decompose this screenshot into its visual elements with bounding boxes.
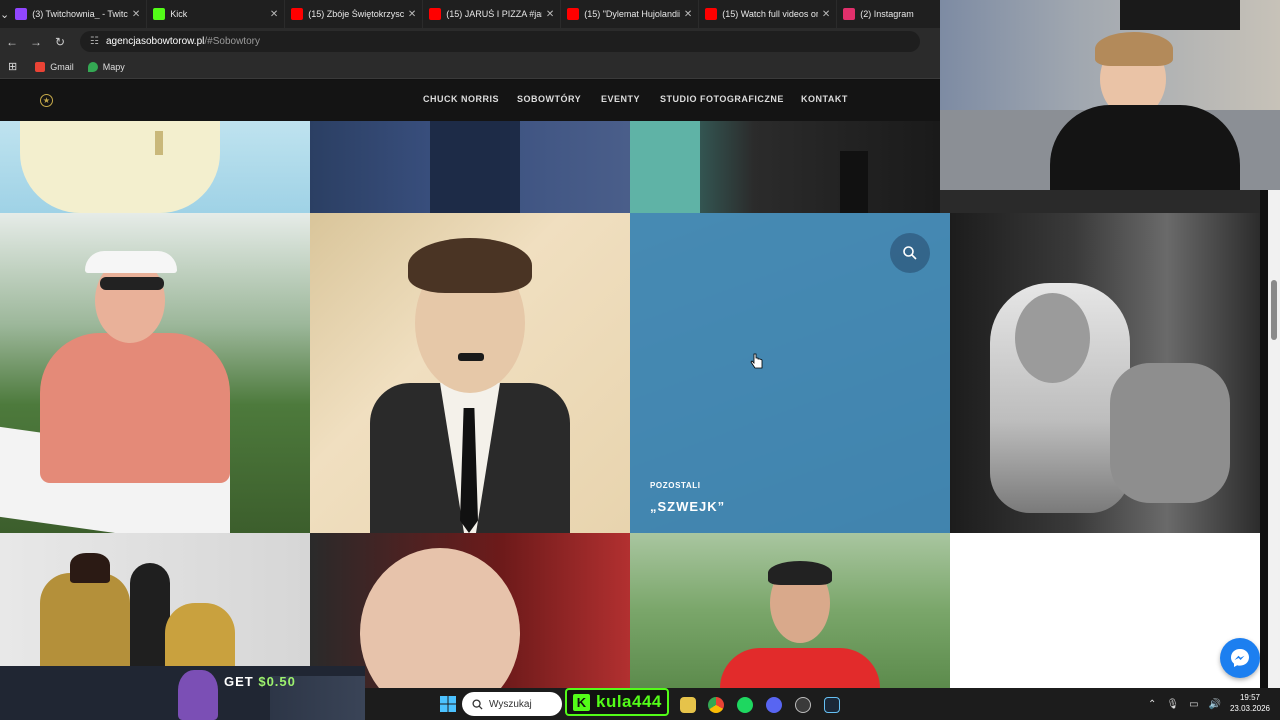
display-icon[interactable]: ▭ [1189, 699, 1198, 710]
gallery-tile-suit[interactable] [310, 121, 630, 213]
close-tab-icon[interactable]: ✕ [132, 9, 140, 20]
gallery-tile-man-white-hat[interactable] [0, 213, 310, 533]
stream-promo-banner: GET $0.50 [0, 666, 365, 720]
gallery-tile-boots[interactable] [630, 121, 940, 213]
site-logo-icon[interactable]: ★ [40, 94, 53, 107]
close-tab-icon[interactable]: ✕ [684, 9, 692, 20]
gallery-tile-pope[interactable] [0, 121, 310, 213]
browser-tab[interactable]: (3) Twitchownia_ - Twitch ✕ [9, 0, 148, 28]
bookmarks-bar: ⊞ Gmail Mapy [0, 55, 940, 79]
messenger-icon [1231, 649, 1249, 667]
zoom-button[interactable] [890, 233, 930, 273]
youtube-icon [705, 8, 718, 20]
taskbar-search[interactable]: Wyszukaj [462, 692, 562, 716]
steam-icon[interactable] [824, 697, 840, 713]
instagram-icon [843, 8, 856, 20]
system-tray: ⌃ 🎙 ▭ 🔊 [1148, 688, 1231, 720]
taskbar-clock[interactable]: 19:57 23.03.2026 [1226, 692, 1274, 714]
page-scrollbar[interactable] [1268, 190, 1280, 688]
obs-icon[interactable] [795, 697, 811, 713]
bookmark-gmail[interactable]: Gmail [35, 61, 74, 72]
browser-tab[interactable]: (15) JARUŚ I PIZZA #jaruś ✕ [423, 0, 562, 28]
gallery-tile-footballer[interactable] [630, 533, 950, 688]
microphone-icon[interactable]: 🎙 [1166, 699, 1179, 710]
clock-date: 23.03.2026 [1229, 704, 1271, 713]
close-tab-icon[interactable]: ✕ [546, 9, 554, 20]
scrollbar-thumb[interactable] [1271, 280, 1277, 340]
site-info-icon[interactable]: ☷ [90, 36, 99, 47]
url-domain: agencjasobowtorow.pl [105, 36, 205, 47]
reload-button[interactable]: ↻ [48, 35, 72, 49]
close-tab-icon[interactable]: ✕ [822, 9, 830, 20]
lookalike-gallery: POZOSTALI „SZWEJK” [0, 121, 1260, 688]
tab-title: (3) Twitchownia_ - Twitch [32, 9, 128, 19]
kick-logo-icon: K [573, 693, 590, 711]
windows-start-icon[interactable] [440, 696, 456, 712]
promo-mascot [178, 670, 218, 720]
gallery-tile-gandalf[interactable] [950, 213, 1260, 533]
kick-username: kula444 [596, 692, 662, 711]
browser-tab[interactable]: (15) Zbóje Świętokrzyscy ✕ [285, 0, 424, 28]
clock-time: 19:57 [1239, 693, 1261, 702]
hand-cursor-icon [750, 353, 764, 376]
browser-tab-strip: ⌄ (3) Twitchownia_ - Twitch ✕ Kick ✕ (15) Zb… [0, 0, 976, 28]
browser-tab[interactable]: Kick ✕ [147, 0, 286, 28]
spotify-icon[interactable] [737, 697, 753, 713]
site-navigation: ★ CHUCK NORRIS SOBOWTÓRY EVENTY STUDIO F… [0, 80, 940, 121]
promo-text: GET $0.50 [224, 674, 296, 689]
bookmark-mapy[interactable]: Mapy [87, 61, 125, 72]
url-field[interactable]: ☷ agencjasobowtorow.pl/#Sobowtory [80, 31, 920, 52]
forward-button[interactable]: → [24, 35, 48, 49]
gallery-item-overlay[interactable]: POZOSTALI „SZWEJK” [630, 213, 950, 533]
browser-tab[interactable]: (15) "Dylemat Hujolandii" ✕ [561, 0, 700, 28]
youtube-icon [429, 8, 442, 20]
tab-title: Kick [170, 9, 188, 19]
kick-username-badge: K kula444 [565, 688, 669, 716]
gallery-tile-bald-man[interactable] [310, 533, 630, 688]
address-bar-row: ← → ↻ ☷ agencjasobowtorow.pl/#Sobowtory [0, 28, 940, 55]
apps-grid-icon[interactable]: ⊞ [8, 60, 17, 73]
tab-search-button[interactable]: ⌄ [0, 0, 9, 28]
volume-icon[interactable]: 🔊 [1209, 699, 1221, 710]
youtube-icon [567, 8, 580, 20]
twitch-icon [15, 8, 28, 20]
discord-icon[interactable] [766, 697, 782, 713]
gallery-tile-costume-couple[interactable] [0, 533, 310, 688]
gmail-icon [35, 61, 46, 72]
close-tab-icon[interactable]: ✕ [270, 9, 278, 20]
search-icon [472, 698, 483, 710]
close-tab-icon[interactable]: ✕ [408, 9, 416, 20]
file-explorer-icon[interactable] [680, 697, 696, 713]
url-hash: /#Sobowtory [204, 36, 260, 47]
messenger-chat-button[interactable] [1220, 638, 1260, 678]
nav-eventy[interactable]: EVENTY [601, 94, 640, 104]
bookmark-label: Mapy [102, 61, 125, 72]
chevron-up-icon[interactable]: ⌃ [1148, 699, 1156, 710]
chrome-icon[interactable] [708, 697, 724, 713]
search-placeholder: Wyszukaj [489, 698, 532, 710]
back-button[interactable]: ← [0, 35, 24, 49]
nav-chuck-norris[interactable]: CHUCK NORRIS [423, 94, 499, 104]
youtube-icon [291, 8, 304, 20]
maps-pin-icon [87, 61, 98, 72]
tab-title: (15) JARUŚ I PIZZA #jaruś [446, 9, 542, 19]
tab-title: (15) Zbóje Świętokrzyscy [308, 9, 404, 19]
item-category: POZOSTALI [650, 481, 701, 490]
nav-kontakt[interactable]: KONTAKT [801, 94, 848, 104]
tab-title: (15) Watch full videos on [722, 9, 818, 19]
tab-title: (15) "Dylemat Hujolandii" [584, 9, 680, 19]
magnifier-icon [903, 246, 917, 260]
bookmark-label: Gmail [50, 61, 74, 72]
tabs-container: (3) Twitchownia_ - Twitch ✕ Kick ✕ (15) Zbój… [9, 0, 976, 28]
item-title[interactable]: „SZWEJK” [650, 499, 725, 514]
kick-icon [153, 8, 166, 20]
streamer-webcam [940, 0, 1280, 190]
nav-studio-fotograficzne[interactable]: STUDIO FOTOGRAFICZNE [660, 94, 784, 104]
browser-tab[interactable]: (15) Watch full videos on ✕ [699, 0, 838, 28]
nav-sobowtory[interactable]: SOBOWTÓRY [517, 94, 581, 104]
gallery-tile-chaplin[interactable] [310, 213, 630, 533]
